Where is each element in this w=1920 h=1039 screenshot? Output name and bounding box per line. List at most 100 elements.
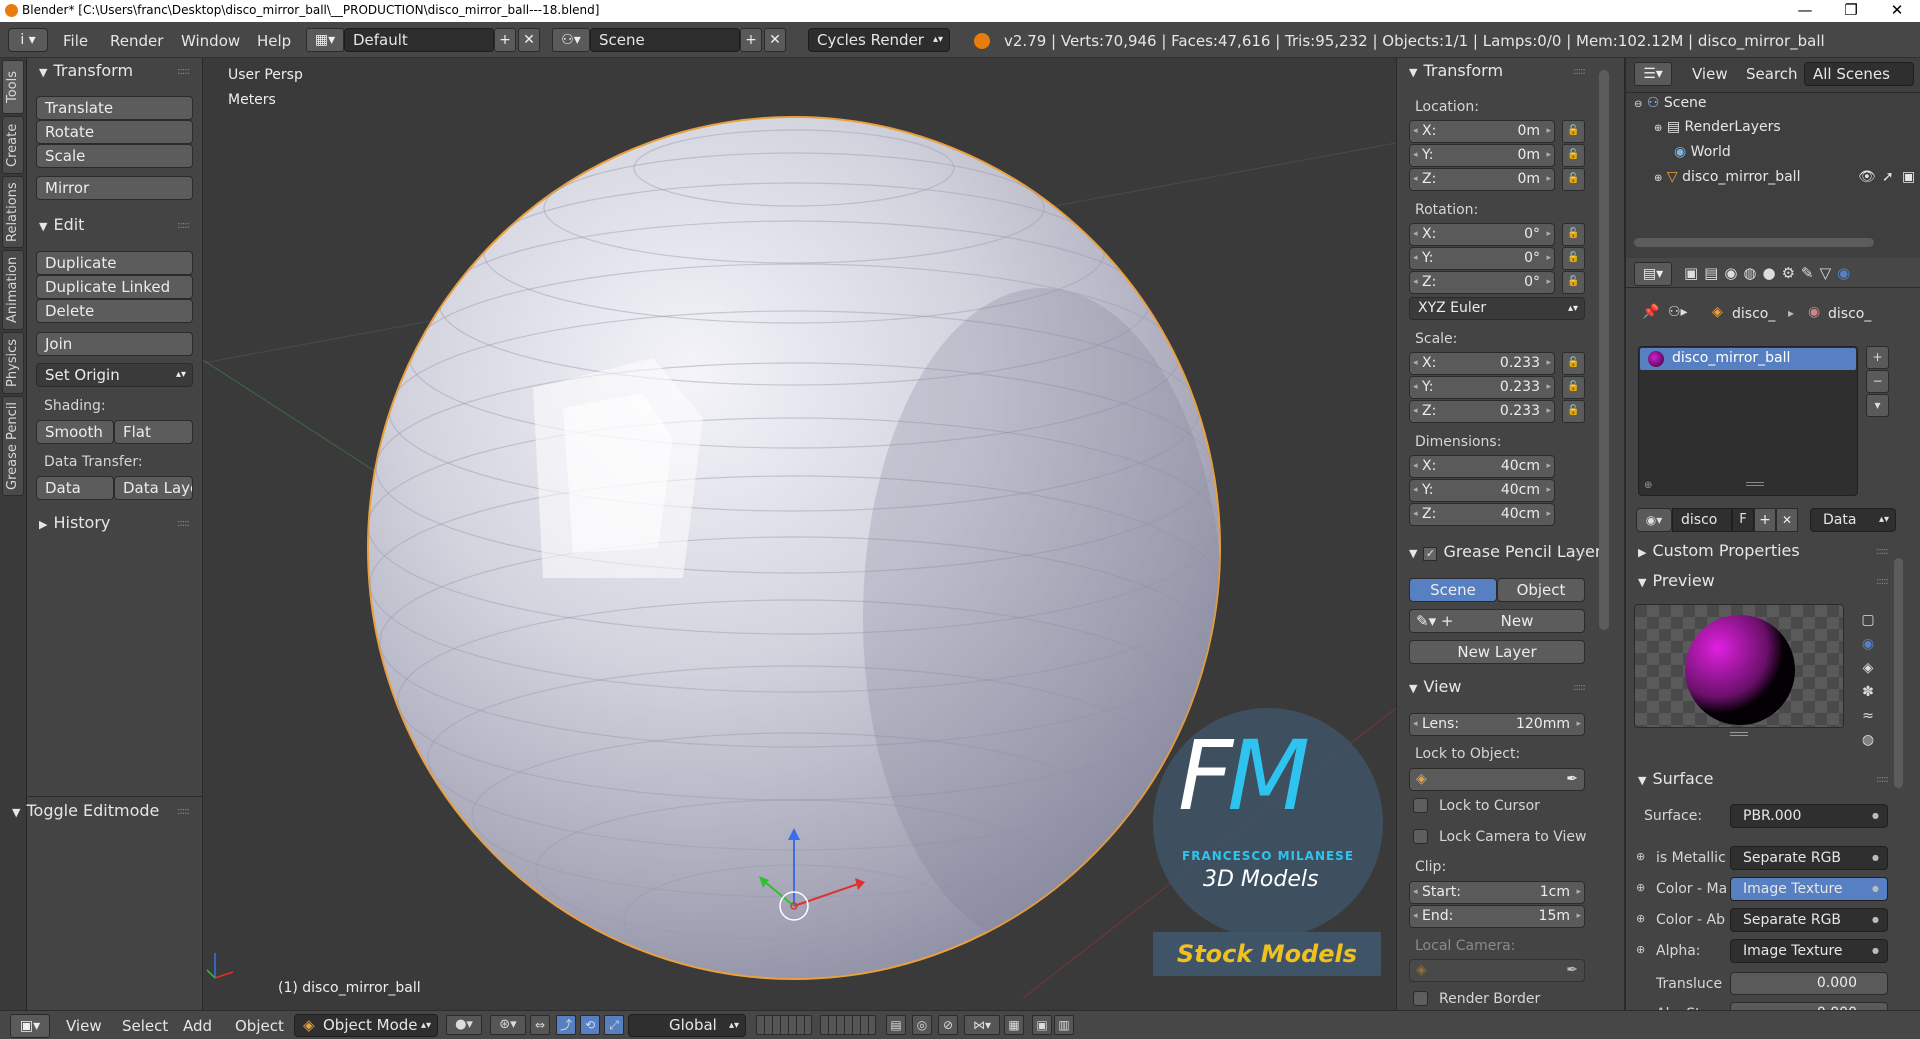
drag-grip-icon[interactable]: :::::	[177, 806, 190, 817]
editor-type-info-icon[interactable]: i ▾	[8, 28, 48, 52]
screen-layout-select[interactable]: Default	[344, 28, 494, 52]
expand-icon[interactable]: ⊕	[1654, 123, 1662, 134]
tab-tools[interactable]: Tools	[2, 60, 24, 114]
lock-icon[interactable]: 🔓	[1562, 247, 1585, 270]
proportional-edit-icon[interactable]: ◎	[912, 1015, 932, 1035]
expand-input-icon[interactable]: ⊕	[1636, 943, 1645, 956]
menu-add[interactable]: Add	[183, 1017, 212, 1035]
outliner-search-menu[interactable]: Search	[1746, 65, 1798, 83]
npanel-transform-header[interactable]: ▼ Transform	[1409, 61, 1503, 80]
lock-to-cursor-checkbox[interactable]	[1413, 798, 1428, 813]
drag-grip-icon[interactable]: :::::	[1876, 546, 1889, 557]
dimensions-z-field[interactable]: ◂ Z: 40cm ▸	[1409, 503, 1555, 526]
preview-type-buttons[interactable]: ▢ ◉ ◈ ✽ ≈ ◍	[1854, 608, 1882, 748]
decrement-arrow-icon[interactable]: ◂	[1413, 145, 1418, 166]
object-mode-select[interactable]: ◈ Object Mode ▴▾	[294, 1014, 438, 1037]
increment-arrow-icon[interactable]: ▸	[1546, 480, 1551, 501]
panel-transform-header[interactable]: ▼ Transform	[39, 61, 133, 80]
surface-header[interactable]: ▼ Surface	[1638, 769, 1713, 788]
decrement-arrow-icon[interactable]: ◂	[1413, 504, 1418, 525]
panel-history-header[interactable]: ▶ History	[39, 513, 110, 532]
increment-arrow-icon[interactable]: ▸	[1546, 401, 1551, 422]
decrement-arrow-icon[interactable]: ◂	[1413, 714, 1418, 735]
location-x-field[interactable]: ◂ X: 0m ▸	[1409, 120, 1555, 143]
menu-window[interactable]: Window	[181, 32, 240, 50]
minimize-button[interactable]: —	[1782, 0, 1828, 22]
outliner-world[interactable]: ◉ World	[1674, 144, 1731, 160]
delete-button[interactable]: Delete	[36, 299, 193, 323]
data-transfer-button[interactable]: Data	[36, 476, 114, 500]
expand-input-icon[interactable]: ⊕	[1636, 850, 1645, 863]
rotation-y-field[interactable]: ◂ Y: 0° ▸	[1409, 247, 1555, 270]
duplicate-button[interactable]: Duplicate	[36, 251, 193, 275]
layers-row-2[interactable]	[820, 1015, 876, 1035]
menu-view[interactable]: View	[66, 1017, 102, 1035]
scale-y-field[interactable]: ◂ Y: 0.233 ▸	[1409, 376, 1555, 399]
outliner-scene[interactable]: ⊖ ⚇ Scene	[1634, 95, 1707, 111]
scale-z-field[interactable]: ◂ Z: 0.233 ▸	[1409, 400, 1555, 423]
list-filter-icon[interactable]: ⊕	[1644, 480, 1652, 491]
lock-layers-icon[interactable]: ▤	[886, 1015, 906, 1035]
material-link-select[interactable]: Data ▴▾	[1810, 508, 1896, 532]
scene-select[interactable]: Scene	[590, 28, 740, 52]
increment-arrow-icon[interactable]: ▸	[1546, 169, 1551, 190]
unlink-material-icon[interactable]: ✕	[1776, 508, 1798, 532]
list-resize-grip[interactable]	[1746, 482, 1764, 486]
add-material-slot-icon[interactable]: +	[1866, 346, 1889, 369]
location-y-field[interactable]: ◂ Y: 0m ▸	[1409, 144, 1555, 167]
outliner-renderlayers[interactable]: ⊕ ▤ RenderLayers	[1654, 119, 1781, 135]
drag-grip-icon[interactable]: :::::	[1573, 548, 1586, 559]
decrement-arrow-icon[interactable]: ◂	[1413, 272, 1418, 293]
remove-layout-icon[interactable]: ✕	[518, 28, 540, 52]
rotation-x-field[interactable]: ◂ X: 0° ▸	[1409, 223, 1555, 246]
selectability-cursor-icon[interactable]: ➚	[1882, 169, 1894, 185]
increment-arrow-icon[interactable]: ▸	[1546, 377, 1551, 398]
menu-help[interactable]: Help	[257, 32, 291, 50]
dimensions-y-field[interactable]: ◂ Y: 40cm ▸	[1409, 479, 1555, 502]
lock-to-object-field[interactable]: ◈ ✒	[1409, 768, 1585, 791]
panel-edit-header[interactable]: ▼ Edit	[39, 215, 84, 234]
decrement-arrow-icon[interactable]: ◂	[1413, 456, 1418, 477]
drag-grip-icon[interactable]: :::::	[1573, 682, 1586, 693]
increment-arrow-icon[interactable]: ▸	[1546, 121, 1551, 142]
material-slot-selected[interactable]: disco_mirror_ball	[1640, 348, 1856, 370]
rotation-mode-select[interactable]: XYZ Euler ▴▾	[1409, 297, 1585, 320]
render-camera-icon[interactable]: ▣	[1902, 169, 1915, 185]
gp-new-layer-button[interactable]: New Layer	[1409, 640, 1585, 664]
visibility-eye-icon[interactable]: 👁	[1858, 169, 1876, 185]
clip-end-field[interactable]: ◂ End: 15m ▸	[1409, 905, 1585, 928]
drag-grip-icon[interactable]: :::::	[177, 66, 190, 77]
menu-select[interactable]: Select	[122, 1017, 168, 1035]
3d-viewport[interactable]: User Persp Meters (1) disco_mirror_ball …	[203, 58, 1396, 1010]
drag-grip-icon[interactable]: :::::	[1876, 576, 1889, 587]
dimensions-x-field[interactable]: ◂ X: 40cm ▸	[1409, 455, 1555, 478]
eyedropper-icon[interactable]: ✒	[1566, 960, 1578, 981]
join-button[interactable]: Join	[36, 332, 193, 356]
snap-element-icon[interactable]: ⋈▾	[964, 1015, 1000, 1035]
expand-input-icon[interactable]: ⊕	[1636, 912, 1645, 925]
shade-smooth-button[interactable]: Smooth	[36, 420, 114, 444]
increment-arrow-icon[interactable]: ▸	[1546, 456, 1551, 477]
preview-header[interactable]: ▼ Preview	[1638, 571, 1715, 590]
scene-icon[interactable]: ⚇▾	[552, 28, 590, 52]
rotation-z-field[interactable]: ◂ Z: 0° ▸	[1409, 271, 1555, 294]
decrement-arrow-icon[interactable]: ◂	[1413, 121, 1418, 142]
decrement-arrow-icon[interactable]: ◂	[1413, 353, 1418, 374]
shade-flat-button[interactable]: Flat	[114, 420, 193, 444]
translate-manipulator-icon[interactable]: ⤴	[556, 1015, 576, 1035]
tab-physics[interactable]: Physics	[2, 332, 24, 394]
properties-editor-type-icon[interactable]: ▤▾	[1634, 262, 1672, 286]
drag-grip-icon[interactable]: :::::	[1573, 66, 1586, 77]
scale-manipulator-icon[interactable]: ⤢	[604, 1015, 624, 1035]
collapse-icon[interactable]: ⊖	[1634, 99, 1642, 110]
custom-properties-header[interactable]: ▶ Custom Properties	[1638, 541, 1800, 560]
breadcrumb-material[interactable]: disco_	[1828, 306, 1871, 322]
expand-icon[interactable]: ⊕	[1654, 173, 1662, 184]
outliner-display-mode[interactable]: All Scenes	[1804, 62, 1914, 86]
material-slot-specials-icon[interactable]: ▾	[1866, 394, 1889, 417]
menu-object[interactable]: Object	[235, 1017, 284, 1035]
menu-file[interactable]: File	[63, 32, 88, 50]
render-image-icon[interactable]: ▣	[1032, 1015, 1052, 1035]
decrement-arrow-icon[interactable]: ◂	[1413, 401, 1418, 422]
tab-create[interactable]: Create	[2, 116, 24, 174]
